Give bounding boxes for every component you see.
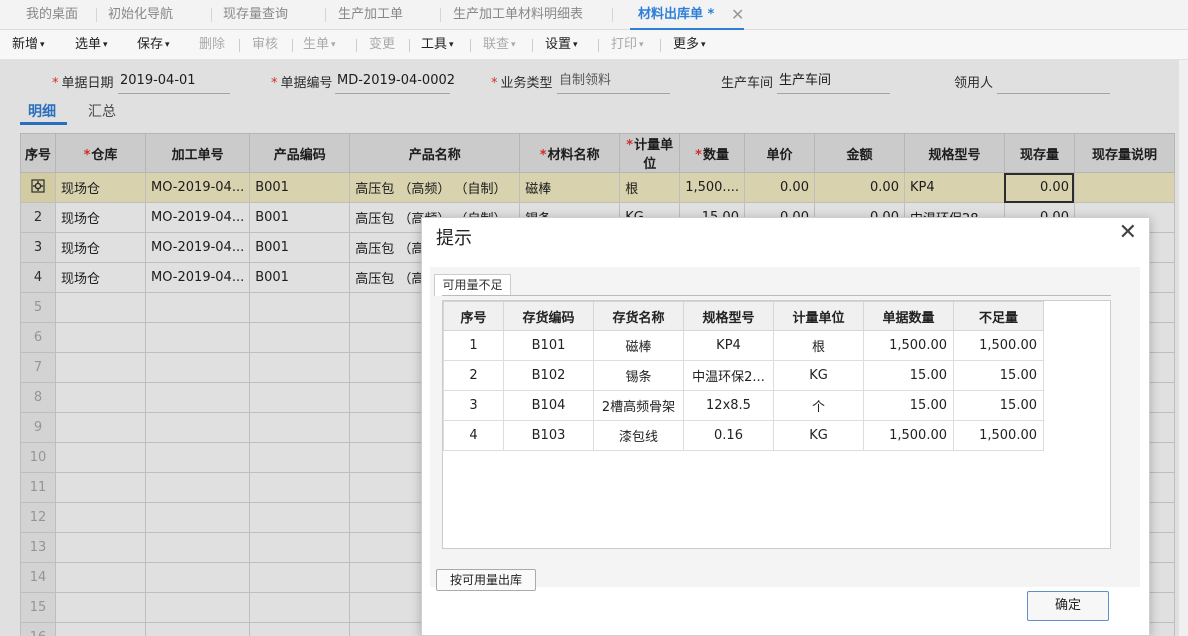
tab-production-order[interactable]: 生产加工单 xyxy=(338,0,403,30)
cell-item-code: B101 xyxy=(503,330,594,361)
col-header-spec[interactable]: 规格型号 xyxy=(683,301,774,331)
cell-shortage: 15.00 xyxy=(953,360,1044,391)
cell-doc-qty: 15.00 xyxy=(863,360,954,391)
print-button[interactable]: 打印 ▾ xyxy=(611,30,644,60)
cell-unit: 个 xyxy=(773,390,864,421)
cell-shortage: 1,500.00 xyxy=(953,330,1044,361)
ok-button[interactable]: 确定 xyxy=(1027,591,1109,621)
chevron-down-icon: ▾ xyxy=(449,40,454,50)
cell-shortage: 15.00 xyxy=(953,390,1044,421)
chevron-down-icon: ▾ xyxy=(573,40,578,50)
shortage-row[interactable]: 1 B101 磁棒 KP4 根 1,500.00 1,500.00 xyxy=(443,330,1044,361)
tab-underline xyxy=(442,295,1111,296)
cell-doc-qty: 1,500.00 xyxy=(863,420,954,451)
cell-unit: 根 xyxy=(773,330,864,361)
change-button[interactable]: 变更 xyxy=(369,30,395,60)
cell-spec: KP4 xyxy=(683,330,774,361)
settings-button[interactable]: 设置 ▾ xyxy=(545,30,578,60)
col-header-shortage[interactable]: 不足量 xyxy=(953,301,1044,331)
chevron-down-icon: ▾ xyxy=(639,40,644,50)
cell-no: 4 xyxy=(443,420,504,451)
cell-item-name: 漆包线 xyxy=(593,420,684,451)
cell-item-name: 磁棒 xyxy=(593,330,684,361)
tab-material-detail[interactable]: 生产加工单材料明细表 xyxy=(453,0,583,30)
toolbar-separator xyxy=(356,39,357,52)
toolbar-separator xyxy=(660,39,661,52)
chevron-down-icon: ▾ xyxy=(40,40,45,50)
insufficient-stock-dialog: 提示 ✕ 可用量不足 序号 存货编码 存货名称 规格型号 计量单位 单据数量 不… xyxy=(421,217,1150,636)
cell-doc-qty: 1,500.00 xyxy=(863,330,954,361)
tab-init-nav[interactable]: 初始化导航 xyxy=(108,0,173,30)
delete-button[interactable]: 删除 xyxy=(199,30,225,60)
tab-separator xyxy=(325,8,326,22)
cell-item-code: B102 xyxy=(503,360,594,391)
chevron-down-icon: ▾ xyxy=(701,40,706,50)
cell-no: 1 xyxy=(443,330,504,361)
tab-separator xyxy=(211,8,212,22)
shortage-header-row: 序号 存货编码 存货名称 规格型号 计量单位 单据数量 不足量 xyxy=(443,301,1044,331)
save-button[interactable]: 保存 ▾ xyxy=(137,30,170,60)
cell-spec: 12x8.5 xyxy=(683,390,774,421)
close-icon[interactable]: ✕ xyxy=(1119,220,1137,245)
chevron-down-icon: ▾ xyxy=(511,40,516,50)
toolbar-separator xyxy=(532,39,533,52)
link-query-button[interactable]: 联查 ▾ xyxy=(483,30,516,60)
tab-bar: 我的桌面 初始化导航 现存量查询 生产加工单 生产加工单材料明细表 材料出库单 … xyxy=(0,0,1188,30)
generate-doc-button[interactable]: 生单 ▾ xyxy=(303,30,336,60)
col-header-unit[interactable]: 计量单位 xyxy=(773,301,864,331)
cell-unit: KG xyxy=(773,420,864,451)
toolbar-separator xyxy=(598,39,599,52)
tools-button[interactable]: 工具 ▾ xyxy=(421,30,454,60)
shortage-grid-container: 序号 存货编码 存货名称 规格型号 计量单位 单据数量 不足量 1 B101 磁… xyxy=(442,300,1111,549)
audit-button[interactable]: 审核 xyxy=(252,30,278,60)
toolbar-separator xyxy=(292,39,293,52)
shortage-row[interactable]: 3 B104 2槽高频骨架 12x8.5 个 15.00 15.00 xyxy=(443,390,1044,421)
cell-doc-qty: 15.00 xyxy=(863,390,954,421)
cell-item-name: 2槽高频骨架 xyxy=(593,390,684,421)
cell-no: 3 xyxy=(443,390,504,421)
shortage-row[interactable]: 4 B103 漆包线 0.16 KG 1,500.00 1,500.00 xyxy=(443,420,1044,451)
tab-separator xyxy=(612,8,613,22)
col-header-doc-qty[interactable]: 单据数量 xyxy=(863,301,954,331)
select-doc-button[interactable]: 选单 ▾ xyxy=(75,30,108,60)
cell-unit: KG xyxy=(773,360,864,391)
col-header-item-name[interactable]: 存货名称 xyxy=(593,301,684,331)
toolbar-separator xyxy=(470,39,471,52)
toolbar-separator xyxy=(409,39,410,52)
cell-spec: 0.16 xyxy=(683,420,774,451)
tab-my-desktop[interactable]: 我的桌面 xyxy=(26,0,78,30)
toolbar: 新增 ▾ 选单 ▾ 保存 ▾ 删除 审核 生单 ▾ 变更 工具 ▾ 联查 ▾ 设置 ▾ 打印 ▾… xyxy=(0,30,1188,60)
cell-item-name: 锡条 xyxy=(593,360,684,391)
col-header-item-code[interactable]: 存货编码 xyxy=(503,301,594,331)
cell-item-code: B103 xyxy=(503,420,594,451)
chevron-down-icon: ▾ xyxy=(103,40,108,50)
tab-separator xyxy=(440,8,441,22)
tab-separator xyxy=(96,8,97,22)
new-button[interactable]: 新增 ▾ xyxy=(12,30,45,60)
cell-spec: 中温环保2... xyxy=(683,360,774,391)
tab-insufficient-stock[interactable]: 可用量不足 xyxy=(434,274,511,296)
cell-item-code: B104 xyxy=(503,390,594,421)
cell-shortage: 1,500.00 xyxy=(953,420,1044,451)
tab-stock-query[interactable]: 现存量查询 xyxy=(223,0,288,30)
chevron-down-icon: ▾ xyxy=(331,40,336,50)
more-button[interactable]: 更多 ▾ xyxy=(673,30,706,60)
toolbar-separator xyxy=(239,39,240,52)
tab-material-outbound[interactable]: 材料出库单 * xyxy=(629,0,745,30)
outbound-by-available-button[interactable]: 按可用量出库 xyxy=(436,569,536,591)
tab-close-icon[interactable]: ✕ xyxy=(731,0,744,30)
cell-no: 2 xyxy=(443,360,504,391)
col-header-no[interactable]: 序号 xyxy=(443,301,504,331)
shortage-grid: 序号 存货编码 存货名称 规格型号 计量单位 单据数量 不足量 1 B101 磁… xyxy=(443,301,1044,451)
vertical-scrollbar[interactable] xyxy=(1179,60,1188,636)
chevron-down-icon: ▾ xyxy=(165,40,170,50)
dialog-title: 提示 xyxy=(436,228,472,249)
shortage-row[interactable]: 2 B102 锡条 中温环保2... KG 15.00 15.00 xyxy=(443,360,1044,391)
